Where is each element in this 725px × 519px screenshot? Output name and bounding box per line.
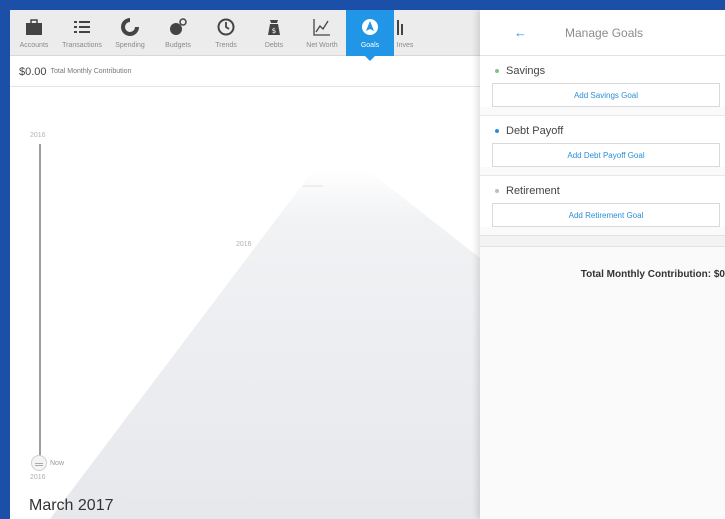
compass-icon <box>360 15 380 39</box>
timeline-year-top: 2016 <box>30 132 46 139</box>
panel-header: ← Manage Goals <box>480 10 725 56</box>
nav-label: Trends <box>215 42 237 49</box>
back-arrow-icon[interactable]: ← <box>514 25 527 40</box>
debt-payoff-title: Debt Payoff <box>506 125 564 137</box>
total-contribution-value: $0 <box>713 269 725 280</box>
total-contribution: Total Monthly Contribution: $0 <box>480 247 725 280</box>
svg-text:$: $ <box>272 27 276 35</box>
panel-title: Manage Goals <box>565 25 644 40</box>
nav-label: Spending <box>115 42 145 49</box>
retirement-dot-icon <box>495 189 499 193</box>
nav-net-worth[interactable]: Net Worth <box>298 10 346 56</box>
goals-timeline: 2016 2016 Now 2016 March 2017 <box>10 88 480 519</box>
contribution-amount: $0.00 <box>19 65 47 78</box>
briefcase-icon <box>24 15 44 39</box>
contribution-summary: $0.00 Total Monthly Contribution <box>10 57 480 87</box>
timeline-road <box>50 168 480 519</box>
retirement-title: Retirement <box>506 185 560 197</box>
add-retirement-goal-button[interactable]: Add Retirement Goal <box>492 203 720 227</box>
debt-dot-icon <box>495 129 499 133</box>
debt-bag-icon: $ <box>265 15 283 39</box>
line-graph-icon <box>312 15 332 39</box>
app-frame: Accounts Transactions Spending Budgets T… <box>10 10 725 519</box>
nav-accounts[interactable]: Accounts <box>10 10 58 56</box>
now-marker[interactable] <box>31 455 47 471</box>
nav-investments[interactable]: Inves <box>394 10 416 56</box>
add-savings-goal-button[interactable]: Add Savings Goal <box>492 83 720 107</box>
nav-transactions[interactable]: Transactions <box>58 10 106 56</box>
nav-spending[interactable]: Spending <box>106 10 154 56</box>
nav-label: Budgets <box>165 42 191 49</box>
menu-lines-icon <box>35 462 43 464</box>
now-label: Now <box>50 460 65 467</box>
clock-icon <box>216 15 236 39</box>
timeline-year-bottom: 2016 <box>30 474 46 481</box>
nav-label: Debts <box>264 42 284 49</box>
retirement-title-row: Retirement <box>492 184 713 198</box>
nav-goals[interactable]: Goals <box>346 10 394 61</box>
contribution-label: Total Monthly Contribution <box>50 68 132 75</box>
add-debt-payoff-goal-button[interactable]: Add Debt Payoff Goal <box>492 143 720 167</box>
debt-payoff-section: Debt Payoff Add Debt Payoff Goal <box>480 115 725 167</box>
nav-trends[interactable]: Trends <box>202 10 250 56</box>
timeline-line <box>39 144 41 464</box>
current-month: March 2017 <box>29 497 114 514</box>
savings-section: Savings Add Savings Goal <box>480 56 725 107</box>
bar-chart-icon <box>395 15 415 39</box>
nav-label: Accounts <box>19 42 49 49</box>
budget-icon <box>168 15 188 39</box>
debt-payoff-title-row: Debt Payoff <box>492 124 713 138</box>
nav-label: Transactions <box>62 42 102 49</box>
total-contribution-label: Total Monthly Contribution: <box>580 269 712 280</box>
nav-label: Net Worth <box>306 42 338 49</box>
savings-dot-icon <box>495 69 499 73</box>
savings-title: Savings <box>506 65 546 77</box>
panel-divider <box>480 235 725 247</box>
timeline-year-mid: 2016 <box>236 241 252 248</box>
pie-icon <box>120 15 140 39</box>
nav-label: Inves <box>396 42 414 49</box>
top-nav: Accounts Transactions Spending Budgets T… <box>10 10 480 61</box>
nav-label: Goals <box>360 42 380 49</box>
retirement-section: Retirement Add Retirement Goal <box>480 175 725 227</box>
nav-debts[interactable]: $ Debts <box>250 10 298 56</box>
manage-goals-panel: ← Manage Goals Savings Add Savings Goal … <box>480 10 725 519</box>
list-icon <box>72 15 92 39</box>
savings-title-row: Savings <box>492 64 713 78</box>
nav-budgets[interactable]: Budgets <box>154 10 202 56</box>
